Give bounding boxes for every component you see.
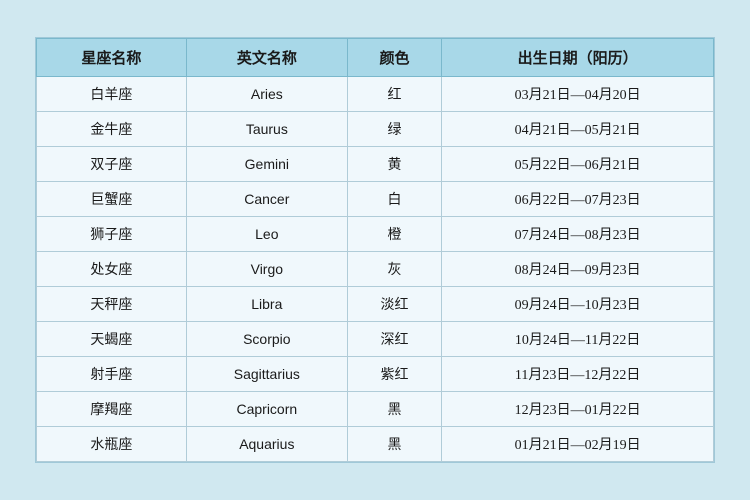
table-row: 白羊座Aries红03月21日—04月20日 bbox=[37, 77, 714, 112]
cell-date: 11月23日—12月22日 bbox=[442, 357, 714, 392]
cell-chinese-name: 处女座 bbox=[37, 252, 187, 287]
cell-english-name: Libra bbox=[186, 287, 347, 322]
cell-chinese-name: 白羊座 bbox=[37, 77, 187, 112]
cell-english-name: Leo bbox=[186, 217, 347, 252]
table-row: 摩羯座Capricorn黑12月23日—01月22日 bbox=[37, 392, 714, 427]
cell-color: 白 bbox=[347, 182, 441, 217]
cell-chinese-name: 狮子座 bbox=[37, 217, 187, 252]
table-header-row: 星座名称 英文名称 颜色 出生日期（阳历） bbox=[37, 39, 714, 77]
cell-chinese-name: 金牛座 bbox=[37, 112, 187, 147]
cell-chinese-name: 双子座 bbox=[37, 147, 187, 182]
cell-english-name: Scorpio bbox=[186, 322, 347, 357]
cell-english-name: Virgo bbox=[186, 252, 347, 287]
table-row: 水瓶座Aquarius黑01月21日—02月19日 bbox=[37, 427, 714, 462]
cell-english-name: Aries bbox=[186, 77, 347, 112]
cell-color: 黑 bbox=[347, 427, 441, 462]
cell-date: 12月23日—01月22日 bbox=[442, 392, 714, 427]
cell-date: 05月22日—06月21日 bbox=[442, 147, 714, 182]
zodiac-table-container: 星座名称 英文名称 颜色 出生日期（阳历） 白羊座Aries红03月21日—04… bbox=[35, 37, 715, 463]
header-color: 颜色 bbox=[347, 39, 441, 77]
cell-date: 03月21日—04月20日 bbox=[442, 77, 714, 112]
cell-chinese-name: 水瓶座 bbox=[37, 427, 187, 462]
cell-color: 淡红 bbox=[347, 287, 441, 322]
cell-chinese-name: 天蝎座 bbox=[37, 322, 187, 357]
cell-color: 红 bbox=[347, 77, 441, 112]
table-row: 处女座Virgo灰08月24日—09月23日 bbox=[37, 252, 714, 287]
cell-english-name: Cancer bbox=[186, 182, 347, 217]
table-row: 金牛座Taurus绿04月21日—05月21日 bbox=[37, 112, 714, 147]
cell-chinese-name: 巨蟹座 bbox=[37, 182, 187, 217]
cell-english-name: Aquarius bbox=[186, 427, 347, 462]
cell-color: 黄 bbox=[347, 147, 441, 182]
cell-date: 07月24日—08月23日 bbox=[442, 217, 714, 252]
cell-date: 01月21日—02月19日 bbox=[442, 427, 714, 462]
cell-color: 紫红 bbox=[347, 357, 441, 392]
cell-color: 绿 bbox=[347, 112, 441, 147]
cell-color: 灰 bbox=[347, 252, 441, 287]
cell-chinese-name: 摩羯座 bbox=[37, 392, 187, 427]
cell-date: 04月21日—05月21日 bbox=[442, 112, 714, 147]
cell-color: 橙 bbox=[347, 217, 441, 252]
cell-english-name: Sagittarius bbox=[186, 357, 347, 392]
table-row: 天蝎座Scorpio深红10月24日—11月22日 bbox=[37, 322, 714, 357]
cell-color: 黑 bbox=[347, 392, 441, 427]
header-chinese-name: 星座名称 bbox=[37, 39, 187, 77]
cell-date: 06月22日—07月23日 bbox=[442, 182, 714, 217]
table-row: 天秤座Libra淡红09月24日—10月23日 bbox=[37, 287, 714, 322]
table-row: 双子座Gemini黄05月22日—06月21日 bbox=[37, 147, 714, 182]
table-row: 巨蟹座Cancer白06月22日—07月23日 bbox=[37, 182, 714, 217]
cell-date: 08月24日—09月23日 bbox=[442, 252, 714, 287]
cell-english-name: Taurus bbox=[186, 112, 347, 147]
table-row: 狮子座Leo橙07月24日—08月23日 bbox=[37, 217, 714, 252]
cell-english-name: Gemini bbox=[186, 147, 347, 182]
cell-english-name: Capricorn bbox=[186, 392, 347, 427]
zodiac-table: 星座名称 英文名称 颜色 出生日期（阳历） 白羊座Aries红03月21日—04… bbox=[36, 38, 714, 462]
cell-color: 深红 bbox=[347, 322, 441, 357]
table-row: 射手座Sagittarius紫红11月23日—12月22日 bbox=[37, 357, 714, 392]
header-english-name: 英文名称 bbox=[186, 39, 347, 77]
table-body: 白羊座Aries红03月21日—04月20日金牛座Taurus绿04月21日—0… bbox=[37, 77, 714, 462]
cell-date: 10月24日—11月22日 bbox=[442, 322, 714, 357]
cell-chinese-name: 天秤座 bbox=[37, 287, 187, 322]
cell-chinese-name: 射手座 bbox=[37, 357, 187, 392]
header-date: 出生日期（阳历） bbox=[442, 39, 714, 77]
cell-date: 09月24日—10月23日 bbox=[442, 287, 714, 322]
